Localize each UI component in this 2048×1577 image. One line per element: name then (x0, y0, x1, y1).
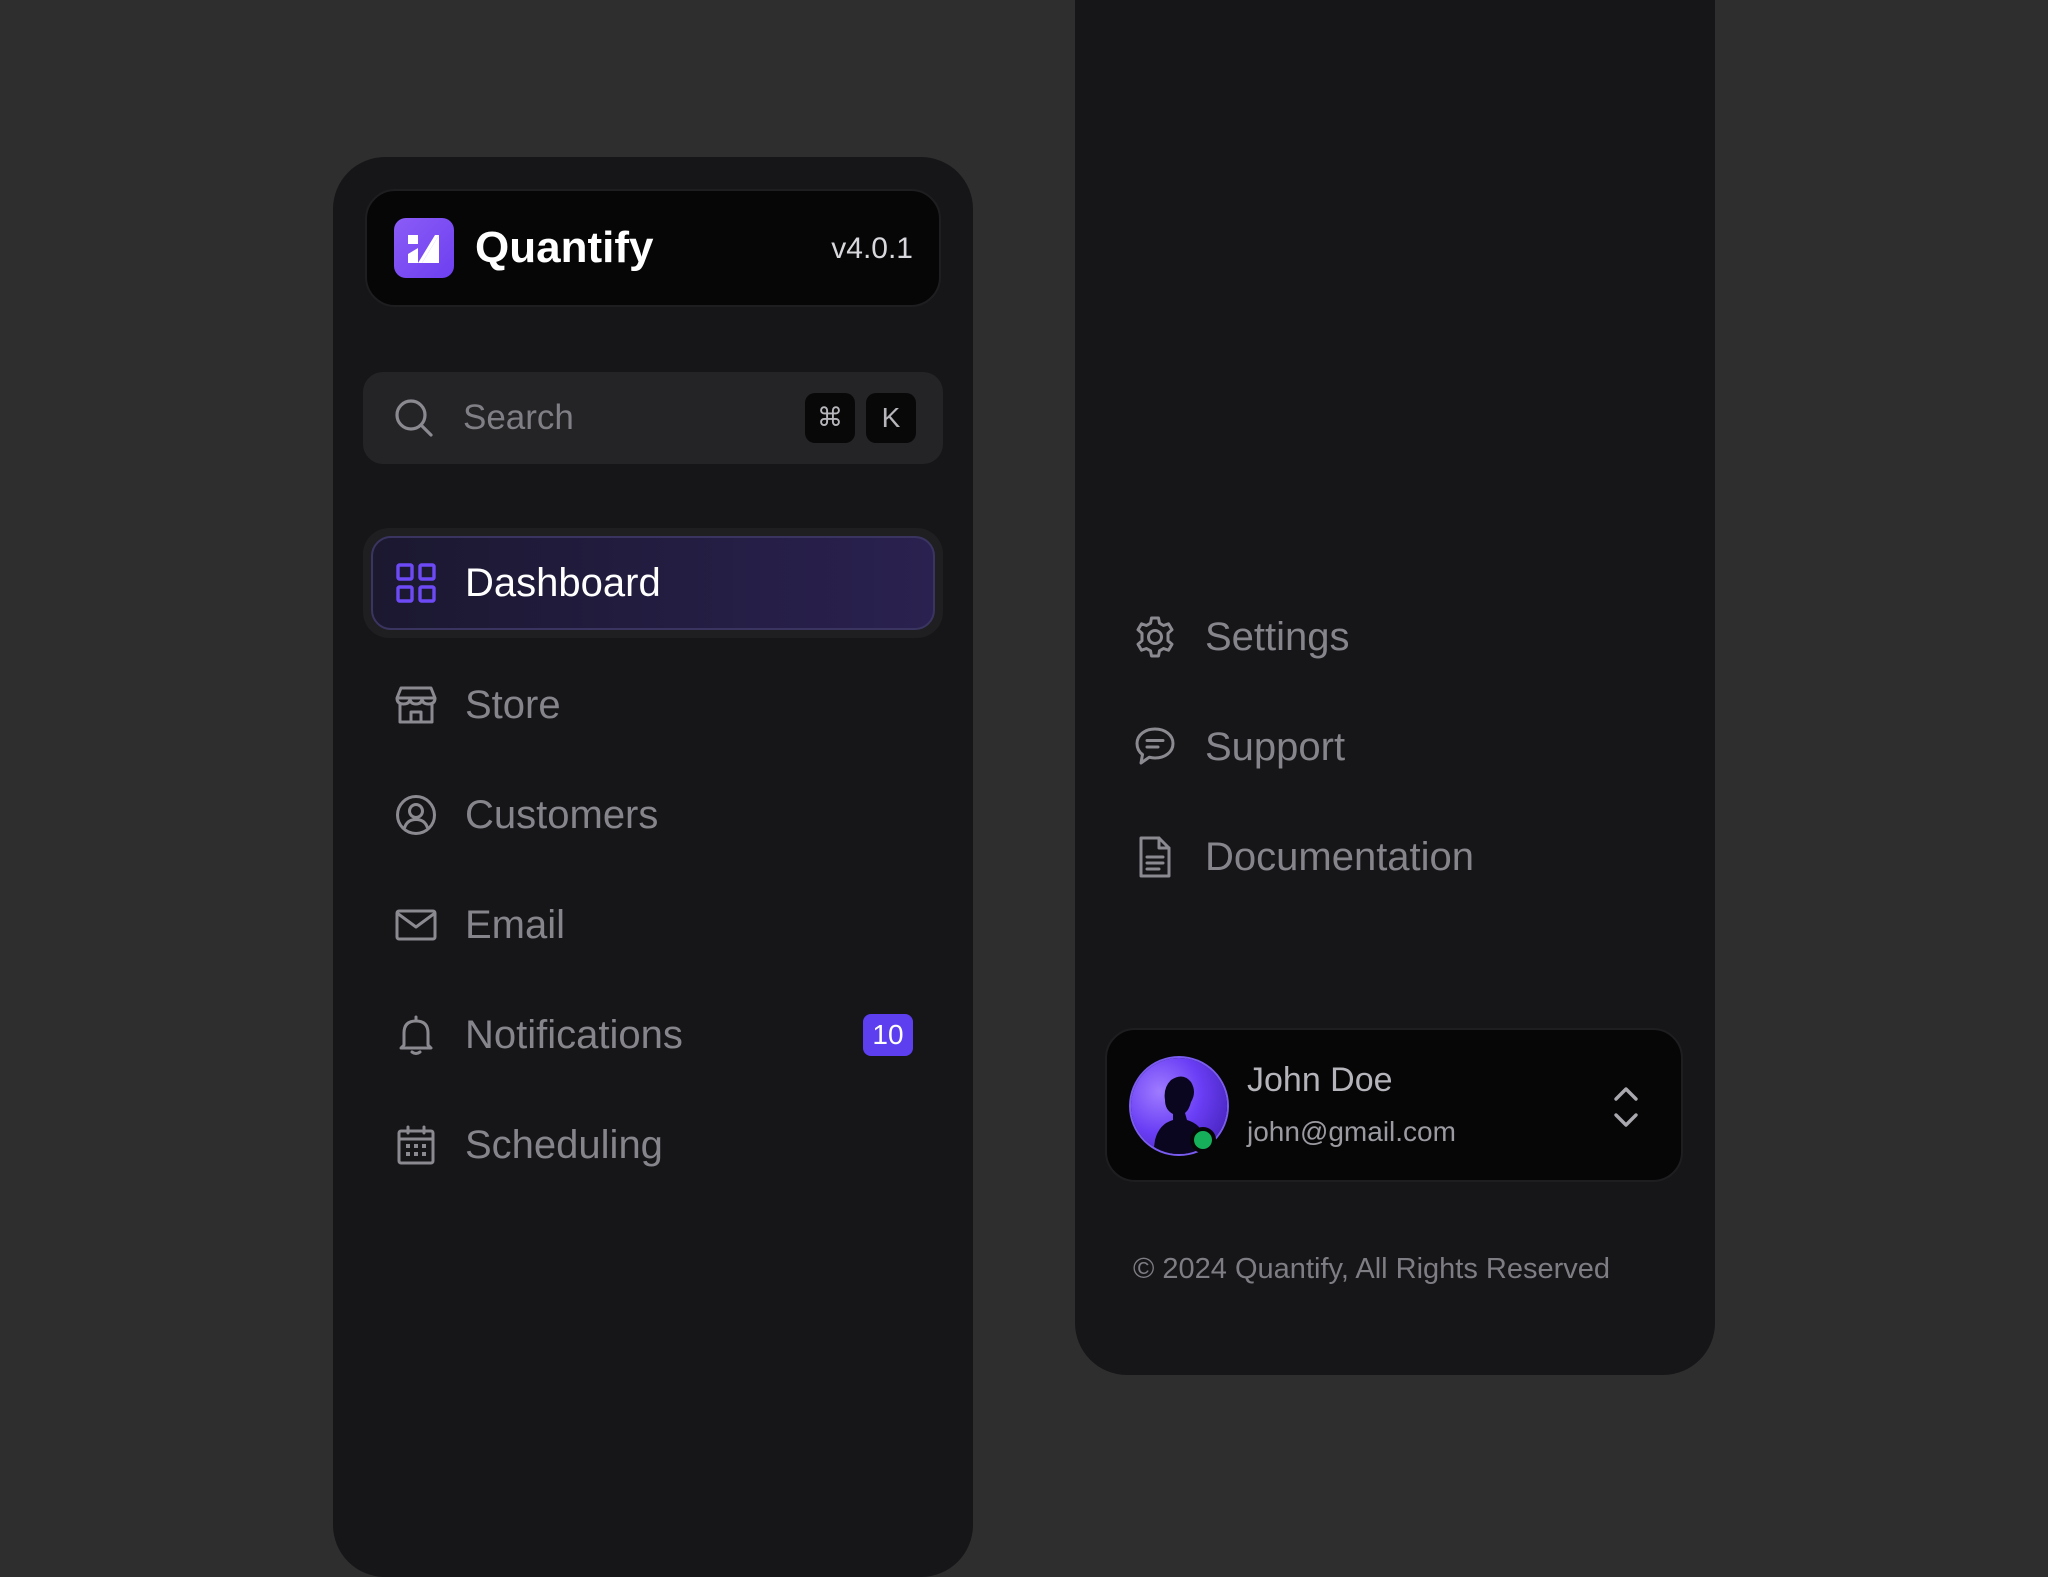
support-label: Support (1205, 725, 1346, 769)
nav-item-notifications[interactable]: Notifications 10 (363, 982, 943, 1086)
documentation-label: Documentation (1205, 835, 1475, 879)
user-profile-card[interactable]: John Doe john@gmail.com (1105, 1028, 1683, 1182)
nav-label: Dashboard (465, 561, 661, 605)
bell-icon (395, 1014, 437, 1056)
brand-header[interactable]: Quantify v4.0.1 (365, 189, 941, 307)
quantify-logo-icon (394, 218, 454, 278)
sidebar-bottom-panel: Settings Support Documentation John Doe … (1075, 0, 1715, 1375)
nav-label: Notifications (465, 1013, 683, 1057)
document-icon (1133, 835, 1177, 879)
chat-bubble-icon (1133, 725, 1177, 769)
notification-count-badge: 10 (863, 1014, 913, 1056)
nav-label: Email (465, 903, 566, 947)
settings-label: Settings (1205, 615, 1350, 659)
search-input[interactable]: Search ⌘ K (363, 372, 943, 464)
search-placeholder: Search (463, 398, 574, 437)
chevron-up-down-icon[interactable] (1611, 1085, 1641, 1134)
copyright-footer: © 2024 Quantify, All Rights Reserved (1133, 1253, 1611, 1285)
nav-item-dashboard[interactable]: Dashboard (363, 528, 943, 638)
user-email: john@gmail.com (1247, 1116, 1456, 1147)
command-key-icon: ⌘ (805, 393, 855, 443)
gear-icon (1133, 615, 1177, 659)
documentation-link[interactable]: Documentation (1133, 827, 1693, 887)
nav-item-store[interactable]: Store (363, 652, 943, 756)
grid-icon (395, 562, 437, 604)
envelope-icon (395, 904, 437, 946)
nav-item-scheduling[interactable]: Scheduling (363, 1092, 943, 1196)
sidebar-main-panel: Quantify v4.0.1 Search ⌘ K Dashboard Sto… (333, 157, 973, 1577)
nav-label: Store (465, 683, 561, 727)
nav-label: Customers (465, 793, 659, 837)
calendar-icon (395, 1124, 437, 1166)
shortcut-key: K (866, 393, 916, 443)
nav-item-customers[interactable]: Customers (363, 762, 943, 866)
nav-label: Scheduling (465, 1123, 663, 1167)
nav-item-email[interactable]: Email (363, 872, 943, 976)
support-link[interactable]: Support (1133, 717, 1693, 777)
user-name: John Doe (1247, 1061, 1393, 1099)
search-icon (393, 397, 435, 444)
settings-link[interactable]: Settings (1133, 607, 1693, 667)
version-label: v4.0.1 (831, 232, 913, 265)
brand-name: Quantify (475, 223, 654, 272)
user-circle-icon (395, 794, 437, 836)
online-status-indicator (1190, 1127, 1216, 1153)
store-icon (395, 684, 437, 726)
